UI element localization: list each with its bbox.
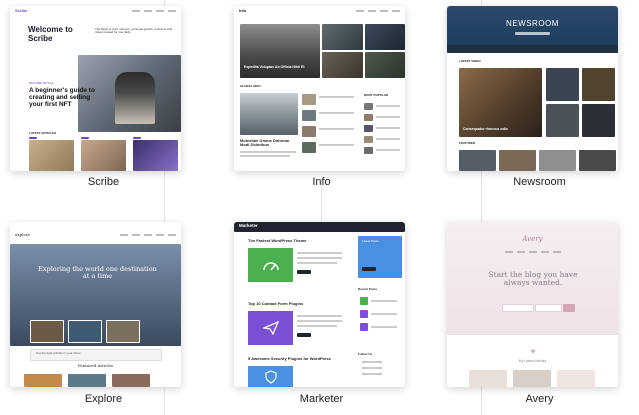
marketer-sidebar-title: Follow Us [358,352,373,356]
scribe-headline: Welcome to Scribe [28,25,73,43]
info-section: GLOBAL INFO [240,84,261,88]
avery-email-input[interactable] [502,304,534,312]
info-grid-thumb[interactable] [365,24,405,50]
avery-hero-text: Start the blog you have always wanted. [488,270,578,288]
newsroom-section: LATEST VIDEO [459,59,481,63]
marketer-sidebar-title: Latest Posts [362,239,379,243]
card-logo: Scribe [15,8,28,13]
info-hero-caption[interactable]: Expedita Voluptas Ab Officia Nihil Et [244,65,314,70]
card-logo: explore [15,232,31,237]
card-nav: Scribe [10,6,181,15]
heart-icon: ♥ [530,346,536,356]
marketer-post-title[interactable]: 5 Awesome Security Plugins for WordPress [248,356,331,361]
scribe-section: LATEST ARTICLES [29,131,57,135]
explore-hero-text: Exploring the world one destination at a… [38,265,157,281]
avery-subscribe-button[interactable] [563,304,575,312]
info-feature-image[interactable] [240,93,298,135]
theme-caption[interactable]: Info [236,176,407,188]
info-grid-thumb[interactable] [322,52,363,78]
scribe-thumb[interactable] [133,140,178,171]
card-logo: Avery [522,235,543,243]
scribe-badge: FEATURED ARTICLE [29,82,54,85]
card-logo: NEWSROOM [506,19,559,28]
paper-plane-icon [248,311,293,345]
info-grid-thumb[interactable] [365,52,405,78]
marketer-post-title[interactable]: Top 10 Contact Form Plugins [248,301,303,306]
theme-caption[interactable]: Avery [454,393,625,405]
theme-caption[interactable]: Newsroom [454,176,625,188]
explore-search-input[interactable]: Get the best articles in your inbox [36,351,81,355]
scribe-hero-person [115,72,155,124]
theme-caption[interactable]: Explore [18,393,189,405]
shield-icon [248,366,293,387]
info-article-title[interactable]: Molestiae Omnis Dolorum Modi Doloribus [240,138,298,148]
info-sidebar-title: MOST POPULAR [364,93,389,97]
theme-card-info[interactable]: Info Expedita Voluptas Ab Officia Nihil … [234,6,405,171]
newsroom-section-featured: FEATURED [459,141,476,145]
scribe-article-title[interactable]: A beginner's guide to creating and selli… [29,87,104,108]
speedometer-icon [248,248,293,282]
card-logo: Info [239,8,247,13]
newsroom-video-title[interactable]: Consequatur rhoncus odio [463,127,533,132]
theme-card-marketer[interactable]: Marketer The Fastest WordPress Theme Top… [234,222,405,387]
info-grid-thumb[interactable] [322,24,363,50]
scribe-thumb[interactable] [29,140,74,171]
card-nav: Info [234,6,405,15]
avery-section: My Latest Articles [518,359,547,363]
marketer-sidebar-title: Recent Posts [358,287,378,291]
theme-card-avery[interactable]: Avery Start the blog you have always wan… [447,222,618,387]
card-nav [447,247,618,256]
scribe-subtitle: The latest in tech, science, personal gr… [95,27,173,35]
theme-card-scribe[interactable]: Scribe Welcome to Scribe The latest in t… [10,6,181,171]
theme-caption[interactable]: Scribe [18,176,189,188]
info-hero-image[interactable] [240,24,320,78]
marketer-header [234,222,405,232]
newsroom-navbar[interactable] [447,45,618,53]
scribe-thumb[interactable] [81,140,126,171]
theme-card-newsroom[interactable]: NEWSROOM LATEST VIDEO Consequatur rhoncu… [447,6,618,171]
explore-section: Featured Articles [77,363,114,368]
card-nav: explore [10,230,181,239]
marketer-post-title[interactable]: The Fastest WordPress Theme [248,238,306,243]
card-logo: Marketer [239,223,258,228]
theme-card-explore[interactable]: explore Exploring the world one destinat… [10,222,181,387]
theme-caption[interactable]: Marketer [236,393,407,405]
